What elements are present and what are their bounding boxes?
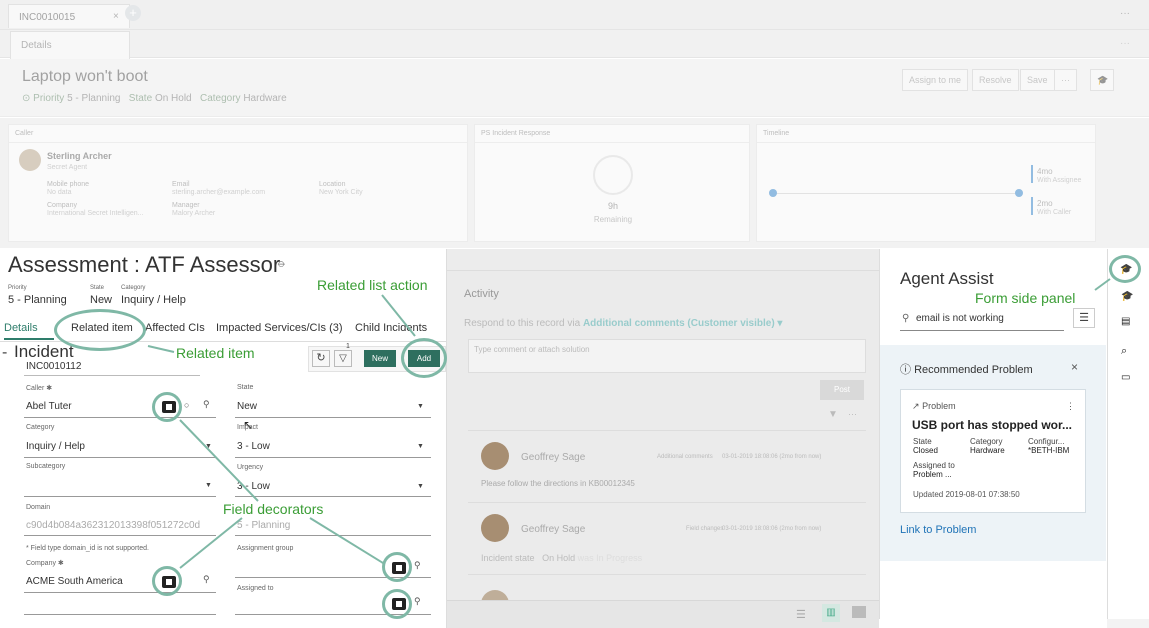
arrow-related-item — [147, 345, 175, 353]
arrow-decorator-assignment — [309, 517, 384, 564]
arrow-decorator-company — [179, 517, 243, 569]
arrow-decorator-caller — [179, 419, 259, 502]
arrow-related-list-action — [381, 294, 416, 337]
arrow-form-side-panel — [1094, 278, 1111, 291]
annotation-arrows — [147, 278, 1111, 569]
